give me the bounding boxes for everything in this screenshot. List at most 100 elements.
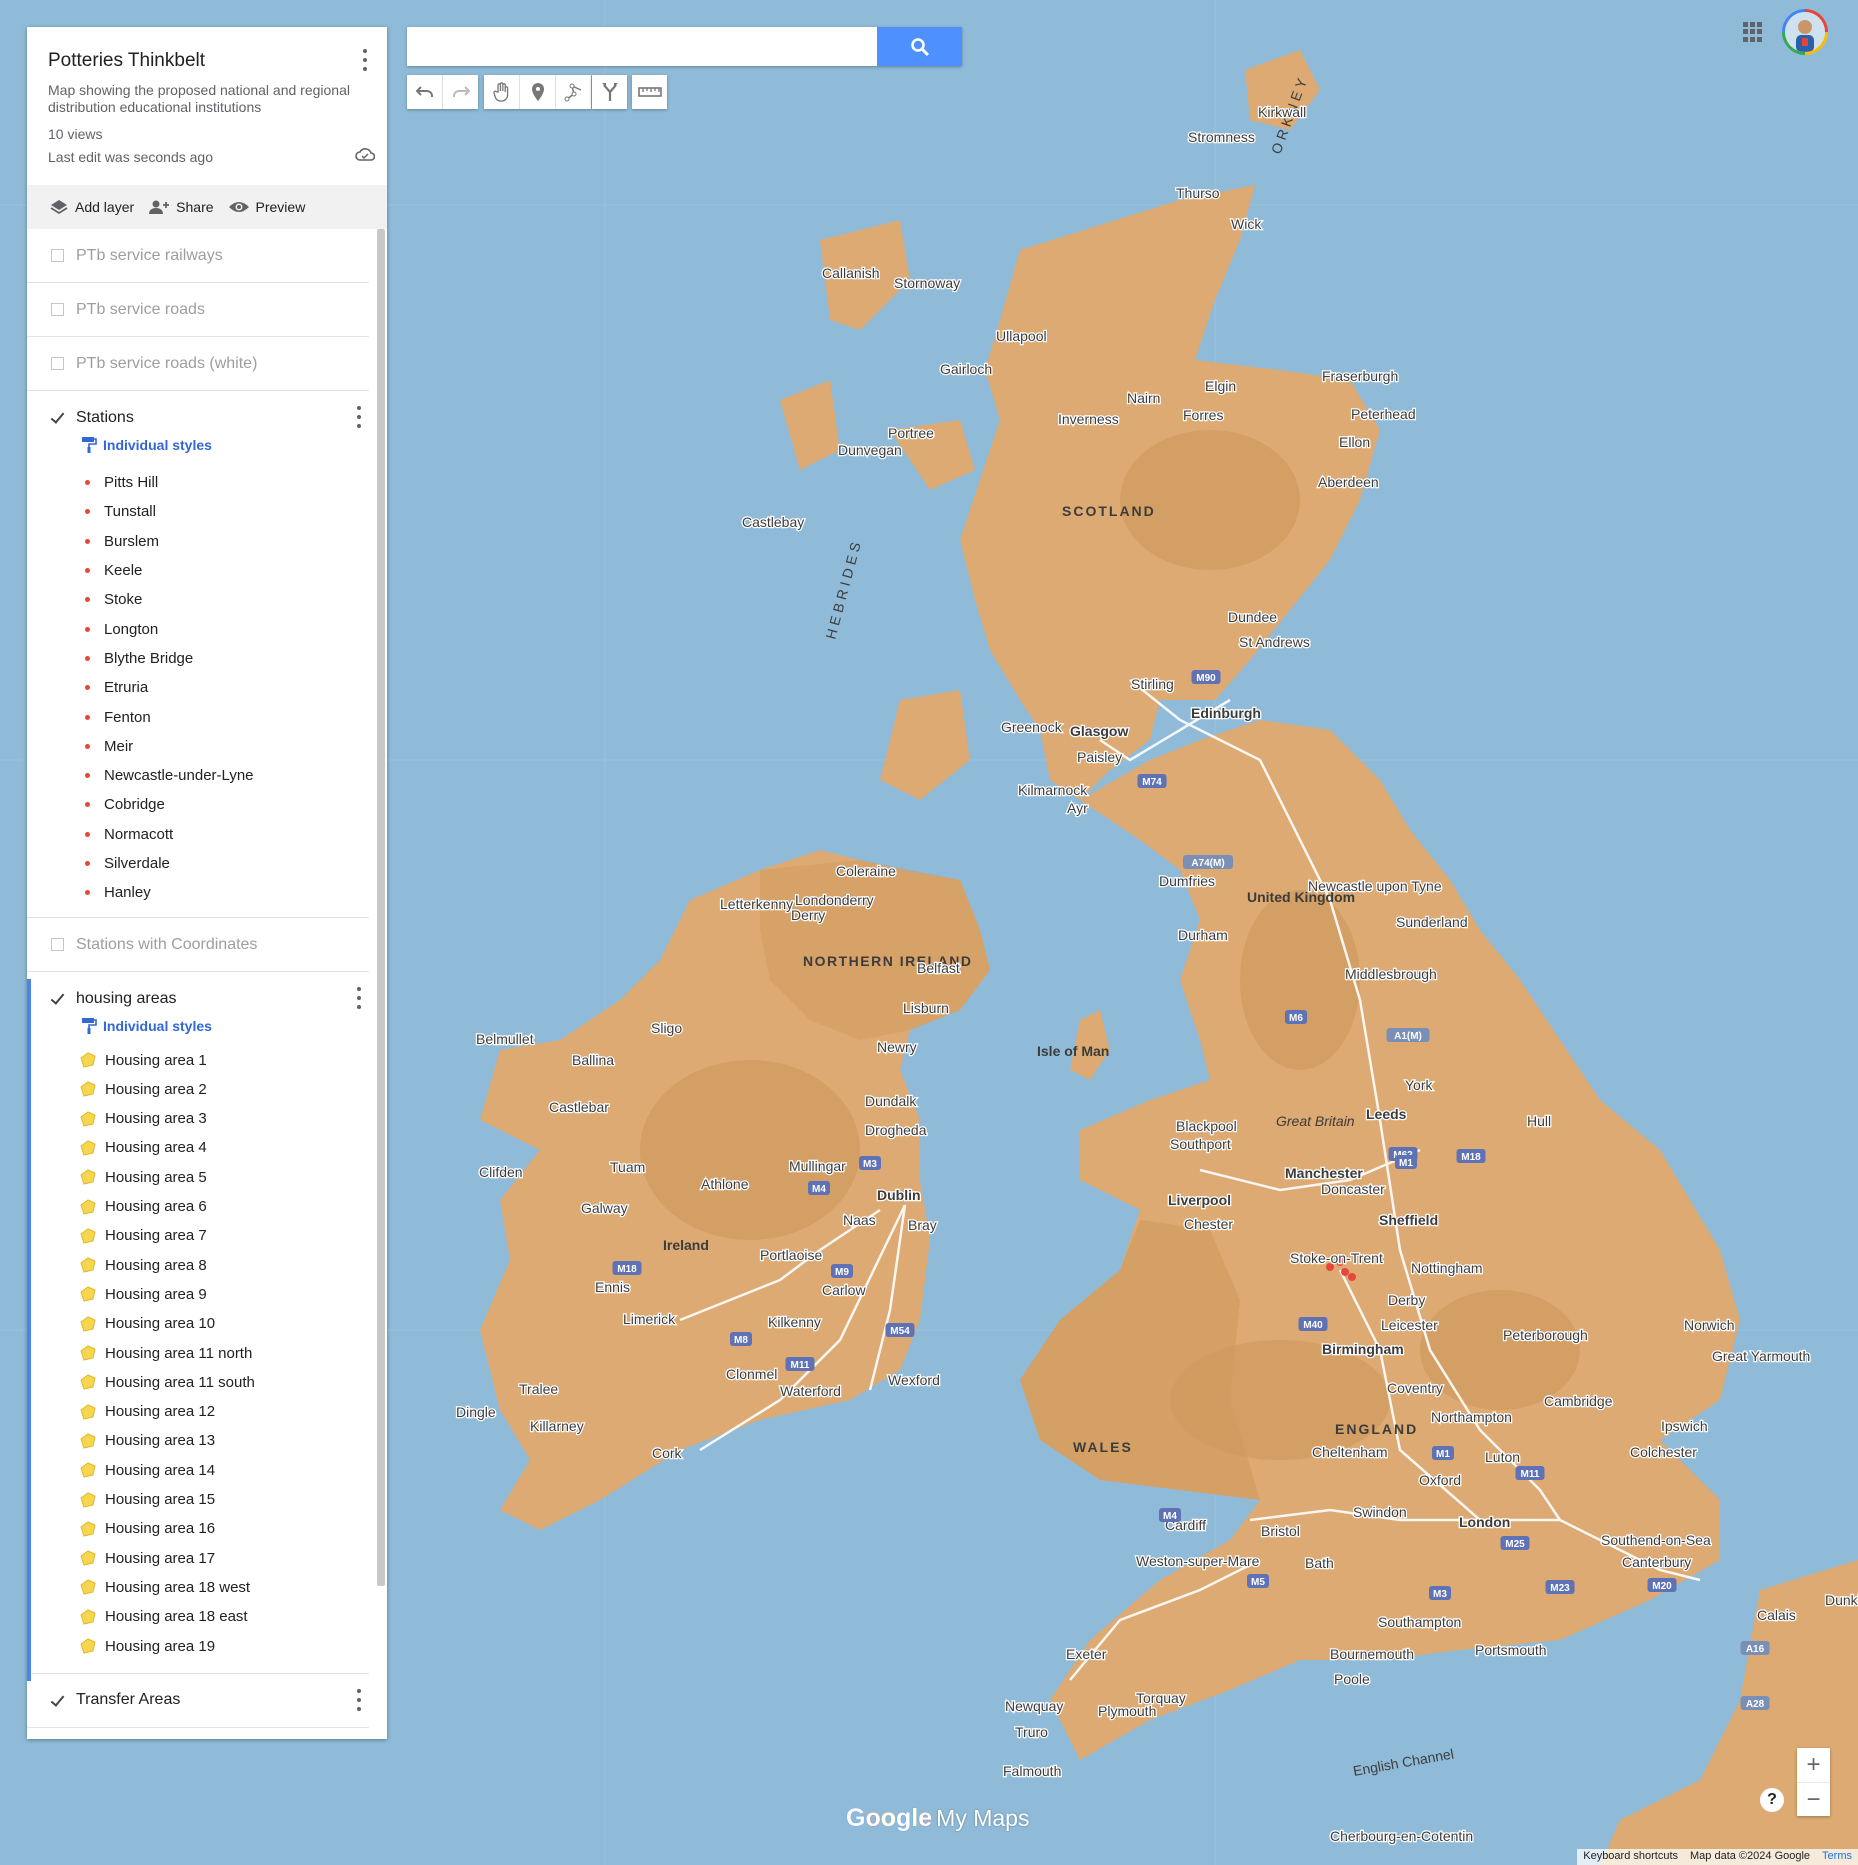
station-item[interactable]: Cobridge: [27, 790, 369, 819]
layer-name[interactable]: Stations: [76, 409, 134, 427]
station-item[interactable]: Tunstall: [27, 497, 369, 526]
housing-area-item[interactable]: Housing area 8: [27, 1251, 369, 1280]
search-input[interactable]: [407, 27, 877, 66]
layer-visibility-checkbox[interactable]: [51, 992, 64, 1005]
layer-options-kebab-icon[interactable]: [356, 406, 362, 428]
svg-text:A28: A28: [1746, 1699, 1765, 1710]
layer-visibility-checkbox[interactable]: [51, 411, 64, 424]
map-title[interactable]: Potteries Thinkbelt: [48, 50, 366, 72]
layer-name[interactable]: housing areas: [76, 990, 177, 1008]
housing-area-item[interactable]: Housing area 16: [27, 1514, 369, 1543]
layer-visibility-checkbox[interactable]: [51, 303, 64, 316]
station-item[interactable]: Hanley: [27, 878, 369, 907]
housing-area-item[interactable]: Housing area 3: [27, 1104, 369, 1133]
housing-area-item[interactable]: Housing area 10: [27, 1309, 369, 1338]
measure-distance-button[interactable]: [632, 75, 667, 109]
city-label: Southampton: [1378, 1614, 1461, 1630]
housing-area-item[interactable]: Housing area 6: [27, 1192, 369, 1221]
layer-style-link[interactable]: Individual styles: [27, 1011, 369, 1041]
layer-name[interactable]: Transfer Areas: [76, 1691, 180, 1709]
layer-name[interactable]: Stations with Coordinates: [76, 936, 257, 954]
city-label: Glasgow: [1070, 723, 1128, 739]
add-layer-button[interactable]: Add layer: [49, 198, 134, 216]
housing-area-item[interactable]: Housing area 5: [27, 1163, 369, 1192]
search-button[interactable]: [877, 27, 962, 66]
redo-button[interactable]: [443, 75, 478, 109]
city-label: Middlesbrough: [1345, 966, 1437, 982]
city-label: Leicester: [1381, 1317, 1438, 1333]
station-item[interactable]: Normacott: [27, 820, 369, 849]
housing-area-item[interactable]: Housing area 2: [27, 1075, 369, 1104]
city-label: Dublin: [877, 1187, 921, 1203]
housing-area-item[interactable]: Housing area 11 north: [27, 1338, 369, 1367]
housing-area-item[interactable]: Housing area 15: [27, 1485, 369, 1514]
layer-visibility-checkbox[interactable]: [51, 938, 64, 952]
housing-area-item[interactable]: Housing area 18 west: [27, 1573, 369, 1602]
station-item[interactable]: Pitts Hill: [27, 468, 369, 497]
avatar-image: [1785, 12, 1825, 52]
station-item[interactable]: Fenton: [27, 702, 369, 731]
city-label: Portlaoise: [760, 1247, 822, 1263]
housing-area-item[interactable]: Housing area 14: [27, 1456, 369, 1485]
station-item[interactable]: Blythe Bridge: [27, 644, 369, 673]
station-marker-icon: [85, 509, 90, 515]
station-item[interactable]: Newcastle-under-Lyne: [27, 761, 369, 790]
housing-area-item[interactable]: Housing area 17: [27, 1544, 369, 1573]
pan-hand-button[interactable]: [484, 75, 520, 109]
station-label: Silverdale: [104, 855, 170, 872]
svg-text:M23: M23: [1550, 1583, 1570, 1594]
city-label: Tuam: [610, 1159, 645, 1175]
station-marker-icon: [85, 538, 90, 544]
map-description[interactable]: Map showing the proposed national and re…: [48, 82, 358, 116]
housing-area-item[interactable]: Housing area 12: [27, 1397, 369, 1426]
housing-area-item[interactable]: Housing area 11 south: [27, 1368, 369, 1397]
station-item[interactable]: Longton: [27, 614, 369, 643]
housing-area-item[interactable]: Housing area 4: [27, 1133, 369, 1162]
housing-area-item[interactable]: Housing area 1: [27, 1045, 369, 1074]
help-button[interactable]: ?: [1760, 1788, 1784, 1812]
road-badge: M90: [1191, 670, 1221, 684]
panel-scrollbar[interactable]: [377, 229, 385, 1586]
draw-line-button[interactable]: [556, 75, 591, 109]
layer-visibility-checkbox[interactable]: [51, 249, 64, 262]
housing-area-item[interactable]: Housing area 19: [27, 1631, 369, 1660]
map-options-kebab-icon[interactable]: [362, 49, 368, 71]
layer-options-kebab-icon[interactable]: [356, 987, 362, 1010]
station-item[interactable]: Stoke: [27, 585, 369, 614]
road-badge: A1(M): [1386, 1028, 1430, 1042]
city-label: Paisley: [1077, 749, 1122, 765]
city-label: Peterborough: [1503, 1327, 1588, 1343]
layer-name[interactable]: PTb service railways: [76, 247, 223, 265]
station-item[interactable]: Etruria: [27, 673, 369, 702]
preview-button[interactable]: Preview: [228, 199, 305, 215]
housing-area-item[interactable]: Housing area 7: [27, 1221, 369, 1250]
housing-area-item[interactable]: Housing area 18 east: [27, 1602, 369, 1631]
layer-name[interactable]: PTb service roads (white): [76, 355, 257, 373]
station-item[interactable]: Keele: [27, 556, 369, 585]
eye-icon: [228, 202, 249, 212]
add-marker-button[interactable]: [520, 75, 556, 109]
add-layer-label: Add layer: [75, 199, 135, 215]
zoom-in-button[interactable]: +: [1797, 1748, 1830, 1783]
zoom-out-button[interactable]: −: [1797, 1783, 1830, 1817]
google-apps-icon[interactable]: [1743, 22, 1763, 42]
station-item[interactable]: Silverdale: [27, 849, 369, 878]
keyboard-shortcuts-link[interactable]: Keyboard shortcuts: [1577, 1849, 1685, 1865]
layer-style-link[interactable]: Individual styles: [27, 430, 369, 460]
svg-text:M40: M40: [1303, 1320, 1323, 1331]
layer-options-kebab-icon[interactable]: [356, 1688, 362, 1711]
undo-button[interactable]: [407, 75, 443, 109]
city-label: Coleraine: [836, 863, 896, 879]
layer-visibility-checkbox[interactable]: [51, 357, 64, 370]
layer-visibility-checkbox[interactable]: [51, 1694, 64, 1707]
share-button[interactable]: Share: [148, 199, 214, 215]
terms-link[interactable]: Terms: [1816, 1849, 1858, 1865]
housing-area-item[interactable]: Housing area 13: [27, 1426, 369, 1455]
add-directions-button[interactable]: [592, 75, 627, 109]
housing-area-item[interactable]: Housing area 9: [27, 1280, 369, 1309]
station-item[interactable]: Burslem: [27, 527, 369, 556]
station-item[interactable]: Meir: [27, 732, 369, 761]
layer-name[interactable]: PTb service roads: [76, 301, 205, 319]
account-avatar[interactable]: [1782, 9, 1828, 55]
city-label: Newquay: [1005, 1698, 1063, 1714]
